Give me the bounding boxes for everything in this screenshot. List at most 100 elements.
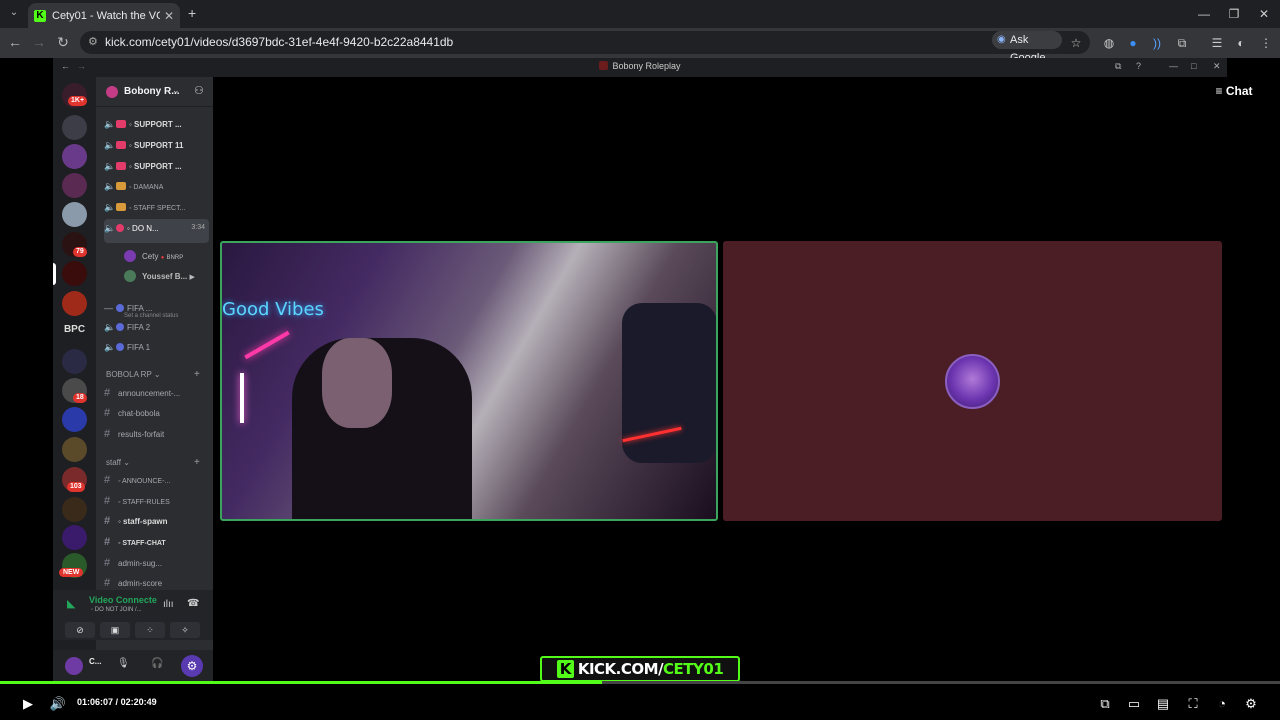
text-channel: # results-forfait [104,428,165,440]
server-icon [62,525,87,550]
category-staff: staff ⌄ + [106,457,200,468]
camera-off-icon: ⊘ [65,622,95,638]
voice-channel: 🔈 ◦ SUPPORT ... [104,115,209,133]
microphone-icon: 🎙 [117,658,130,669]
category-bobola: BOBOLA RP ⌄ + [106,369,200,380]
close-window-icon[interactable]: ✕ [1250,4,1278,24]
browser-menu-icon[interactable]: ⋮ [1258,35,1274,51]
ask-google-button[interactable]: ◉ Ask Google [992,31,1062,64]
seek-bar[interactable] [0,681,1280,684]
forward-icon[interactable]: → [30,34,48,50]
neon-light [240,373,244,423]
fullscreen-icon[interactable]: ⛶ [1184,696,1202,712]
play-icon[interactable]: ▶ [19,696,37,712]
server-icon [62,497,87,522]
browser-tab-active[interactable]: K Cety01 - Watch the VOD on Kick ✕ [28,3,180,28]
voice-status: Video Connecte [89,595,157,605]
discord-help-icon: ? [1136,61,1142,71]
text-channel: # ◦ STAFF-CHAT [104,536,166,548]
server-icon-selected [62,261,87,286]
discord-window-title: Bobony Roleplay [53,61,1227,71]
discord-titlebar: ← → Bobony Roleplay ⧉ ? — □ ✕ [53,58,1227,77]
server-badge: 18 [73,393,87,403]
video-tile-avatar [723,241,1222,521]
google-lens-icon: ◉ [997,34,1006,45]
server-icon [62,202,87,227]
soundboard-icon: ✧ [170,622,200,638]
text-channel: # ◦ staff-spawn [104,515,168,527]
voice-channel: 🔈 ◦ DAMANA [104,177,209,195]
server-icon [62,437,87,462]
miniplayer-icon[interactable]: ⧉ [1096,696,1114,712]
speaker-icon: 🔈 [104,119,116,129]
voice-channel: 🔈 ◦ STAFF SPECT... [104,198,209,216]
settings-gear-icon[interactable]: ⚙ [1242,696,1260,712]
text-channel: # chat-bobola [104,407,160,419]
voice-timer: 3:34 [191,224,205,231]
voice-member: Cety ● BNRP [124,249,183,265]
server-icon [62,291,87,316]
signal-icon: ◣ [67,598,76,610]
headphones-icon: 🎧 [151,658,164,669]
restore-icon[interactable]: ❐ [1220,4,1248,24]
kick-logo-icon: K [556,660,574,678]
noise-icon: ılıı [163,599,174,610]
text-channel: # ◦ STAFF-RULES [104,495,170,507]
discord-close-icon: ✕ [1213,61,1221,71]
browser-toolbar: ← → ↻ ⚙ kick.com/cety01/videos/d3697bdc-… [0,28,1280,64]
server-header: Bobony R... ⌄ ⚇ [96,77,213,107]
server-icon [62,115,87,140]
voice-connected-panel: ◣ Video Connecte ◦ DO NOT JOIN /... ılıı… [53,590,213,640]
server-selected-pill [53,263,56,285]
text-channel: # admin-sug... [104,557,163,569]
minimize-icon[interactable]: — [1190,4,1218,24]
voice-channel: 🔈 FIFA 2 [104,318,209,336]
volume-icon[interactable]: 🔊 [49,696,67,712]
avatar [65,657,83,675]
profile-avatar-icon[interactable]: ◐ [1233,35,1249,51]
playback-speed-icon[interactable]: ◔ [1213,696,1231,712]
text-channel: # ◦ ANNOUNCE-... [104,474,171,486]
incognito-extension-icon[interactable]: ◍ [1101,35,1117,51]
extensions-puzzle-icon[interactable]: ⧉ [1174,35,1190,51]
reload-icon[interactable]: ↻ [54,34,72,51]
neon-sign: Good Vibes [222,299,324,320]
reading-list-icon[interactable]: ☰ [1209,35,1225,51]
avatar [124,270,136,282]
bookmark-star-icon[interactable]: ☆ [1068,35,1084,51]
avatar [124,250,136,262]
clip-icon[interactable]: ▭ [1125,696,1143,712]
theater-mode-icon[interactable]: ▤ [1154,696,1172,712]
chat-label: Chat [1225,84,1253,98]
screen-share-icon: ▣ [100,622,130,638]
time-current: 01:06:07 [77,697,114,707]
voice-channel-active: 🔈 ◦ DO N... 3:34 [104,219,209,243]
server-icon [62,407,87,432]
back-icon[interactable]: ← [6,34,24,50]
kick-watermark: K KICK.COM/CETY01 [540,656,740,682]
server-icon [62,349,87,374]
player-controls: ▶ 🔊 01:06:07 / 02:20:49 ⧉ ▭ ▤ ⛶ ◔ ⚙ [0,688,1280,720]
site-info-icon[interactable]: ⚙ [88,31,98,54]
new-tab-button[interactable]: + [188,5,196,21]
tab-close-icon[interactable]: ✕ [164,9,174,23]
speaker-icon: 🔈 [104,181,116,191]
speaker-icon: 🔈 [104,223,116,233]
tab-list-dropdown[interactable]: ⌄ [6,5,22,21]
user-avatar-icon [945,354,1000,409]
audio-extension-icon[interactable]: )) [1149,35,1165,51]
server-icon [62,173,87,198]
user-panel: C... 🎙 🎧 ⚙ [53,650,213,681]
invite-icon: ⚇ [194,85,204,97]
disconnect-icon: ☎ [187,598,200,609]
voice-channel: 🔈 FIFA 1 [104,338,209,356]
shield-extension-icon[interactable]: ● [1125,35,1141,51]
discord-minimize-icon: — [1169,61,1178,71]
chat-toggle-button[interactable]: ≡ Chat [1207,80,1261,102]
speaker-icon: 🔈 [104,202,116,212]
settings-icon: ⚙ [181,655,203,677]
server-icon [62,144,87,169]
mentions-badge: 1K+ [68,96,88,106]
address-bar[interactable]: ⚙ kick.com/cety01/videos/d3697bdc-31ef-4… [80,31,1090,54]
browser-tab-bar: ⌄ K Cety01 - Watch the VOD on Kick ✕ + —… [0,0,1280,28]
